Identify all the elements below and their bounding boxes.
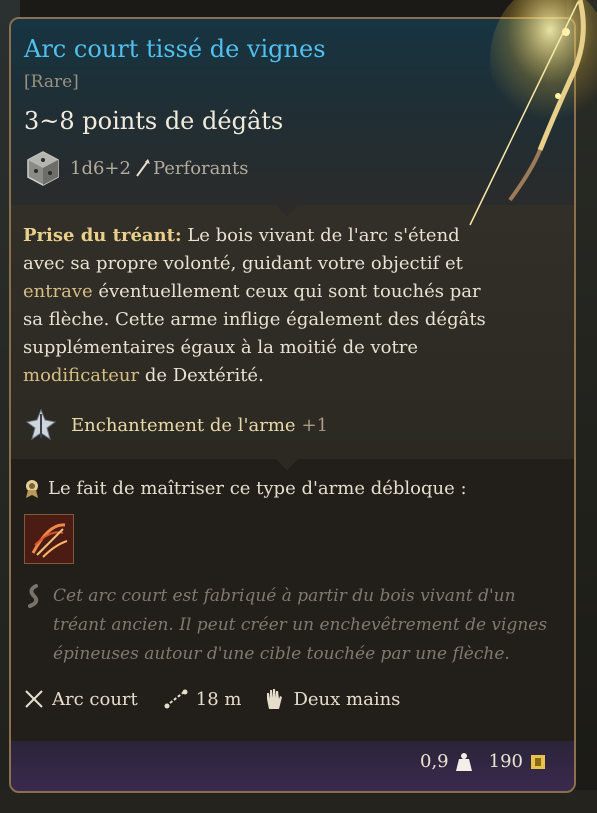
dice-icon: [27, 151, 59, 186]
hand-icon: [267, 689, 283, 709]
item-stats-row: Arc court 18 m Deux mains: [24, 687, 400, 711]
item-name: Arc court tissé de vignes: [24, 35, 326, 63]
weapon-range: 18 m: [164, 688, 242, 710]
damage-dice: 1d6+2: [70, 157, 131, 179]
damage-dice-row: 1d6+2 Perforants: [24, 149, 248, 187]
weapon-type: Arc court: [24, 689, 138, 710]
gold-coin-icon: [531, 754, 545, 769]
mastery-label: Le fait de maîtriser ce type d'arme débl…: [48, 478, 467, 499]
weight-value: 0,9: [420, 751, 449, 772]
footer-values: 0,9 190: [420, 751, 547, 772]
item-lore: Cet arc court est fabriqué à partir du b…: [53, 586, 548, 664]
enchantment-icon: [25, 408, 57, 441]
weapon-type-label: Arc court: [52, 688, 138, 710]
item-rarity: [Rare]: [24, 72, 79, 92]
weapon-handedness-label: Deux mains: [293, 688, 401, 710]
enchantment-bonus: +1: [301, 414, 329, 436]
bow-image: [469, 0, 597, 226]
item-damage: 3~8 points de dégâts: [24, 107, 284, 135]
item-description: Prise du tréant: Le bois vivant de l'arc…: [23, 222, 493, 390]
description-text: éventuellement ceux qui sont touchés par…: [23, 281, 486, 358]
background-bottom: [0, 790, 597, 813]
lore-scroll-icon: [28, 584, 39, 608]
damage-type: Perforants: [152, 157, 249, 179]
weapon-range-label: 18 m: [195, 688, 242, 710]
enchantment-label: Enchantement de l'arme: [71, 414, 296, 436]
mastery-row: Le fait de maîtriser ce type d'arme débl…: [24, 478, 467, 499]
range-icon: [164, 689, 188, 709]
enchantment-row: Enchantement de l'arme +1: [23, 408, 328, 442]
ability-name: Prise du tréant:: [23, 225, 182, 246]
keyword-link[interactable]: modificateur: [23, 365, 139, 386]
arrow-icon: [136, 159, 150, 177]
bow-skill-icon[interactable]: [24, 514, 74, 564]
gold-value: 190: [488, 751, 523, 772]
keyword-link[interactable]: entrave: [23, 281, 93, 302]
weight-icon: [455, 752, 472, 771]
description-text: de Dextérité.: [139, 365, 264, 386]
crossed-weapons-icon: [25, 690, 43, 708]
mastery-ribbon-icon: [26, 479, 38, 498]
weapon-handedness: Deux mains: [263, 687, 400, 711]
